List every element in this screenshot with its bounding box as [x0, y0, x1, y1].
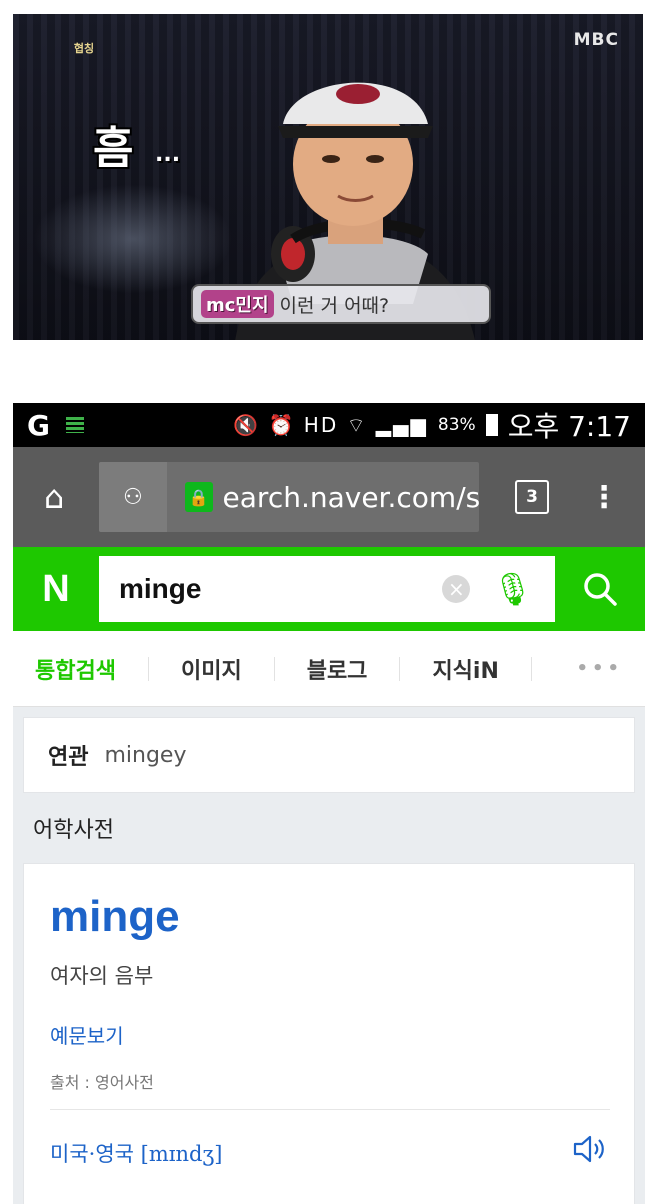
tab-switcher-button[interactable]: 3: [515, 480, 549, 514]
section-title: 어학사전: [33, 818, 114, 843]
tv-monitor-glow: [33, 184, 233, 294]
subtitle-box: mc민지 이런 거 어때?: [191, 284, 491, 324]
divider: [50, 1109, 610, 1110]
examples-link[interactable]: 예문보기: [50, 1020, 610, 1049]
subtitle-tag: mc민지: [201, 290, 274, 318]
battery-icon: [485, 414, 498, 436]
speaker-glyph: [573, 1135, 604, 1163]
caption-exclaim: 흠: [93, 123, 134, 174]
search-glyph: [584, 573, 617, 606]
tab-knowledge[interactable]: 지식iN: [416, 653, 514, 685]
tab-blog[interactable]: 블로그: [291, 653, 384, 685]
battery-percent: 83%: [437, 415, 476, 435]
related-searches: 연관 mingey: [23, 717, 635, 793]
tab-divider: [273, 656, 275, 681]
search-query: minge: [119, 573, 202, 604]
tab-divider: [147, 656, 149, 681]
url-text: earch.naver.com/s: [222, 480, 479, 514]
address-bar[interactable]: ⚇ 🔒 earch.naver.com/s: [99, 462, 479, 532]
pronunciation: 미국·영국 [mɪndʒ]: [50, 1142, 223, 1166]
dictionary-card: minge 여자의 음부 예문보기 출처 : 영어사전 미국·영국 [mɪndʒ…: [23, 863, 635, 1204]
naver-logo[interactable]: N: [13, 568, 99, 611]
mic-icon[interactable]: 🎙: [492, 570, 533, 608]
tv-screenshot: 협칭 MBC 흠 ... mc민지 이런 거 어때?: [13, 14, 643, 340]
channel-logo: MBC: [573, 30, 619, 50]
status-bar: G 🔇 ⏰ HD ⌔ ▂▄▆ 83% 오후 7:17: [13, 403, 645, 447]
tab-integrated[interactable]: 통합검색: [35, 653, 132, 685]
search-tabs: 통합검색 이미지 블로그 지식iN •••: [13, 631, 645, 707]
clear-icon[interactable]: ×: [442, 575, 471, 603]
home-icon[interactable]: ⌂: [29, 478, 79, 516]
speaker-icon[interactable]: [572, 1134, 606, 1171]
related-link[interactable]: mingey: [104, 743, 186, 768]
dict-headword[interactable]: minge: [50, 864, 610, 942]
notification-icon: [65, 417, 84, 433]
dict-meaning: 여자의 음부: [50, 964, 154, 988]
show-logo: 협칭: [73, 42, 95, 55]
phone-screen: G 🔇 ⏰ HD ⌔ ▂▄▆ 83% 오후 7:17 ⌂ ⚇ 🔒 earch.n…: [13, 403, 645, 1204]
naver-search-bar: N minge × 🎙: [13, 547, 645, 631]
search-input[interactable]: minge × 🎙: [99, 556, 555, 622]
tab-divider: [530, 656, 532, 681]
app-g-icon: G: [27, 408, 50, 442]
lock-icon: 🔒: [184, 482, 213, 512]
caption-dots: ...: [155, 142, 181, 167]
tab-images[interactable]: 이미지: [165, 653, 258, 685]
search-icon[interactable]: [555, 547, 645, 631]
more-tabs-button[interactable]: •••: [576, 658, 623, 679]
status-icons: 🔇 ⏰ HD ⌔ ▂▄▆: [233, 412, 428, 437]
browser-toolbar: ⌂ ⚇ 🔒 earch.naver.com/s 3 ⋮: [13, 447, 645, 547]
status-left: G: [27, 409, 84, 442]
related-label: 연관: [48, 745, 89, 770]
subtitle-text: 이런 거 어때?: [279, 294, 390, 317]
more-vert-icon[interactable]: ⋮: [589, 480, 619, 515]
dict-source: 출처 : 영어사전: [50, 1073, 154, 1092]
status-right: 🔇 ⏰ HD ⌔ ▂▄▆ 83% 오후 7:17: [233, 405, 631, 445]
incognito-icon: ⚇: [99, 462, 167, 532]
tab-divider: [399, 656, 401, 681]
status-time: 오후 7:17: [507, 410, 631, 443]
